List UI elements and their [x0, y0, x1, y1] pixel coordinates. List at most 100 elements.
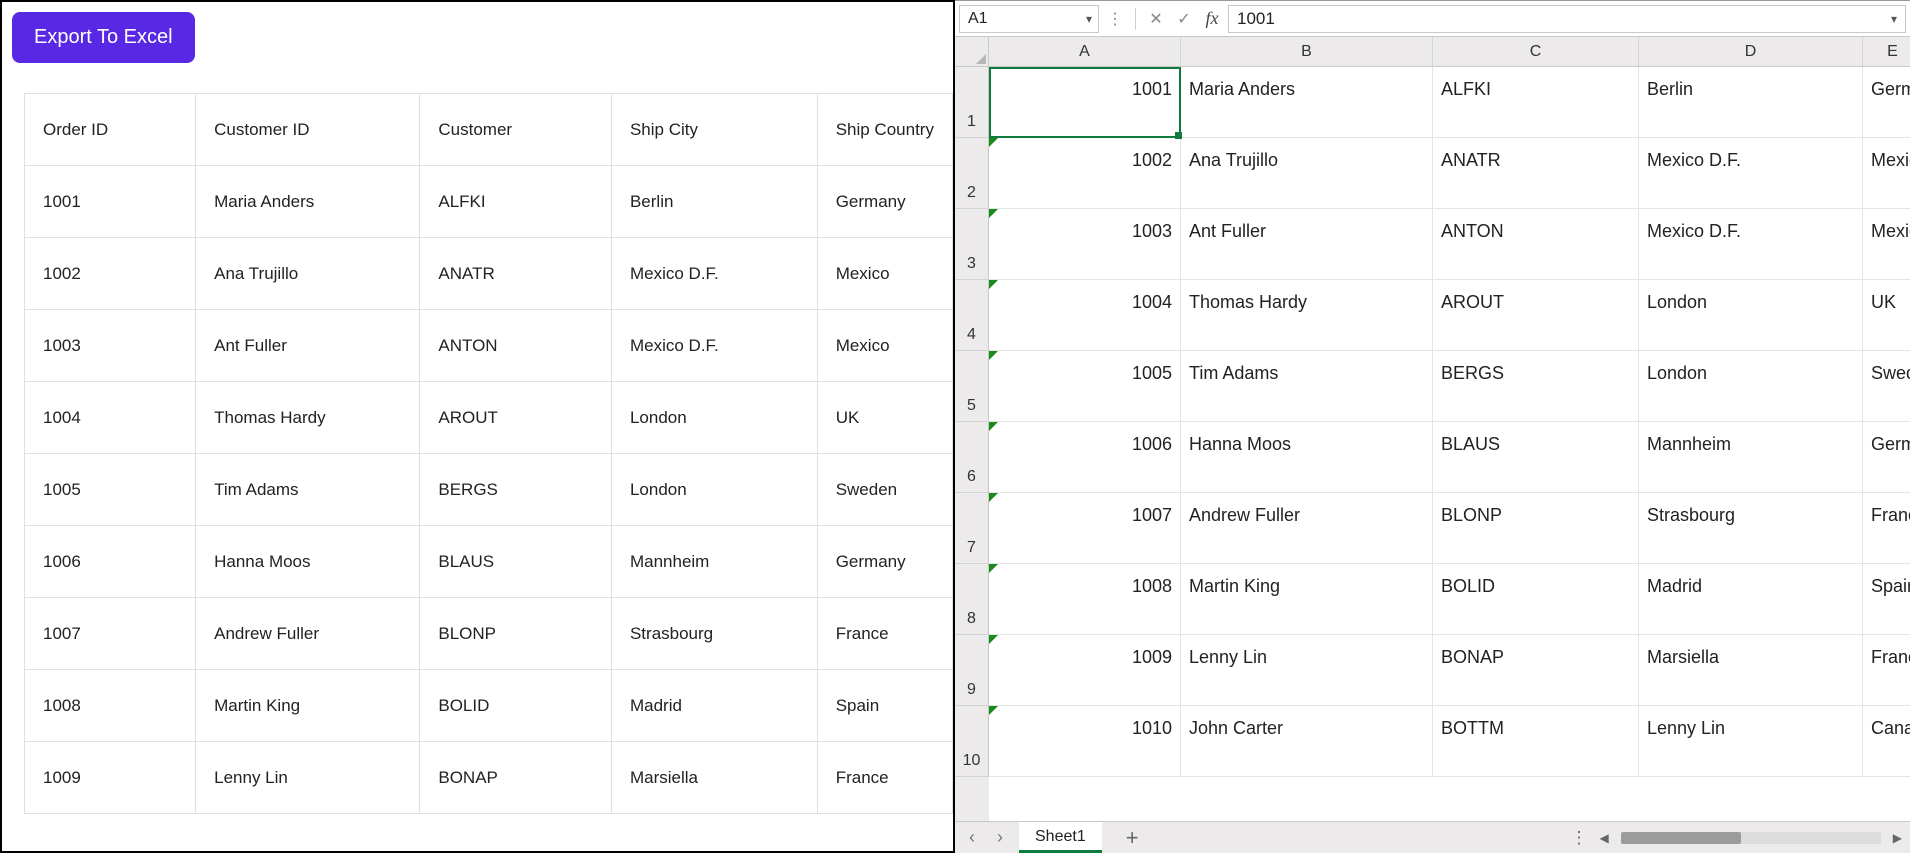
table-row[interactable]: 1008Martin KingBOLIDMadridSpain: [25, 670, 953, 742]
table-row[interactable]: 1003Ant FullerANTONMexico D.F.Mexico: [25, 310, 953, 382]
row-header-7[interactable]: 7: [955, 493, 989, 564]
cell-shipcity[interactable]: Berlin: [611, 166, 817, 238]
cell-A4[interactable]: 1004: [989, 280, 1181, 351]
cell-customer[interactable]: ANTON: [420, 310, 612, 382]
col-header-C[interactable]: C: [1433, 37, 1639, 67]
cell-shipcountry[interactable]: France: [817, 598, 952, 670]
hscroll-right-icon[interactable]: ▶: [1893, 831, 1902, 845]
col-header-shipcountry[interactable]: Ship Country: [817, 94, 952, 166]
name-box[interactable]: A1 ▾: [959, 5, 1099, 33]
table-row[interactable]: 1007Andrew FullerBLONPStrasbourgFrance: [25, 598, 953, 670]
cell-customer[interactable]: ALFKI: [420, 166, 612, 238]
cell-A8[interactable]: 1008: [989, 564, 1181, 635]
cell-shipcountry[interactable]: Spain: [817, 670, 952, 742]
more-options-icon[interactable]: ⋮: [1103, 5, 1127, 33]
confirm-icon[interactable]: ✓: [1172, 5, 1196, 33]
row-header-1[interactable]: 1: [955, 67, 989, 138]
cell-B9[interactable]: Lenny Lin: [1181, 635, 1433, 706]
cell-shipcountry[interactable]: Sweden: [817, 454, 952, 526]
cell-customer[interactable]: BLAUS: [420, 526, 612, 598]
cell-C8[interactable]: BOLID: [1433, 564, 1639, 635]
cell-C9[interactable]: BONAP: [1433, 635, 1639, 706]
sheet-tab-sheet1[interactable]: Sheet1: [1019, 822, 1102, 853]
col-header-E[interactable]: E: [1863, 37, 1910, 67]
cell-D2[interactable]: Mexico D.F.: [1639, 138, 1863, 209]
row-header-5[interactable]: 5: [955, 351, 989, 422]
cell-customerid[interactable]: Andrew Fuller: [196, 598, 420, 670]
cell-D9[interactable]: Marsiella: [1639, 635, 1863, 706]
cell-orderid[interactable]: 1008: [25, 670, 196, 742]
cell-orderid[interactable]: 1004: [25, 382, 196, 454]
table-row[interactable]: 1009Lenny LinBONAPMarsiellaFrance: [25, 742, 953, 814]
cell-orderid[interactable]: 1005: [25, 454, 196, 526]
cell-D1[interactable]: Berlin: [1639, 67, 1863, 138]
sheets-menu-icon[interactable]: ⋮: [1571, 828, 1588, 848]
scrollbar-thumb[interactable]: [1621, 832, 1741, 844]
cell-D6[interactable]: Mannheim: [1639, 422, 1863, 493]
row-header-3[interactable]: 3: [955, 209, 989, 280]
cell-E4[interactable]: UK: [1863, 280, 1910, 351]
cell-customer[interactable]: ANATR: [420, 238, 612, 310]
row-header-9[interactable]: 9: [955, 635, 989, 706]
cell-shipcountry[interactable]: Mexico: [817, 310, 952, 382]
cell-shipcity[interactable]: Marsiella: [611, 742, 817, 814]
cell-B7[interactable]: Andrew Fuller: [1181, 493, 1433, 564]
cell-A5[interactable]: 1005: [989, 351, 1181, 422]
add-sheet-button[interactable]: +: [1112, 825, 1153, 851]
cell-customer[interactable]: BLONP: [420, 598, 612, 670]
cell-shipcity[interactable]: Mexico D.F.: [611, 310, 817, 382]
cell-E2[interactable]: Mexico: [1863, 138, 1910, 209]
fx-icon[interactable]: fx: [1200, 5, 1224, 33]
cell-A10[interactable]: 1010: [989, 706, 1181, 777]
cell-customer[interactable]: BERGS: [420, 454, 612, 526]
hscroll-left-icon[interactable]: ◀: [1600, 831, 1609, 845]
table-row[interactable]: 1005Tim AdamsBERGSLondonSweden: [25, 454, 953, 526]
export-to-excel-button[interactable]: Export To Excel: [12, 12, 195, 63]
table-row[interactable]: 1002Ana TrujilloANATRMexico D.F.Mexico: [25, 238, 953, 310]
cell-orderid[interactable]: 1001: [25, 166, 196, 238]
cell-customer[interactable]: BOLID: [420, 670, 612, 742]
cell-customerid[interactable]: Hanna Moos: [196, 526, 420, 598]
cell-E10[interactable]: Canada: [1863, 706, 1910, 777]
table-row[interactable]: 1001Maria AndersALFKIBerlinGermany: [25, 166, 953, 238]
cell-customerid[interactable]: Martin King: [196, 670, 420, 742]
cell-B2[interactable]: Ana Trujillo: [1181, 138, 1433, 209]
table-row[interactable]: 1006Hanna MoosBLAUSMannheimGermany: [25, 526, 953, 598]
cell-C2[interactable]: ANATR: [1433, 138, 1639, 209]
cell-D8[interactable]: Madrid: [1639, 564, 1863, 635]
col-header-orderid[interactable]: Order ID: [25, 94, 196, 166]
cell-E6[interactable]: Germany: [1863, 422, 1910, 493]
cell-customerid[interactable]: Maria Anders: [196, 166, 420, 238]
cell-shipcountry[interactable]: UK: [817, 382, 952, 454]
cell-B10[interactable]: John Carter: [1181, 706, 1433, 777]
cell-orderid[interactable]: 1003: [25, 310, 196, 382]
cell-B4[interactable]: Thomas Hardy: [1181, 280, 1433, 351]
select-all-corner[interactable]: [955, 37, 989, 67]
tab-prev-icon[interactable]: ‹: [963, 827, 981, 848]
cell-B6[interactable]: Hanna Moos: [1181, 422, 1433, 493]
cell-orderid[interactable]: 1002: [25, 238, 196, 310]
cell-D7[interactable]: Strasbourg: [1639, 493, 1863, 564]
cell-customerid[interactable]: Ant Fuller: [196, 310, 420, 382]
cell-E5[interactable]: Sweden: [1863, 351, 1910, 422]
col-header-shipcity[interactable]: Ship City: [611, 94, 817, 166]
row-header-4[interactable]: 4: [955, 280, 989, 351]
table-row[interactable]: 1004Thomas HardyAROUTLondonUK: [25, 382, 953, 454]
cell-customerid[interactable]: Thomas Hardy: [196, 382, 420, 454]
row-header-8[interactable]: 8: [955, 564, 989, 635]
cell-D5[interactable]: London: [1639, 351, 1863, 422]
cell-E1[interactable]: Germany: [1863, 67, 1910, 138]
cell-shipcity[interactable]: Strasbourg: [611, 598, 817, 670]
col-header-D[interactable]: D: [1639, 37, 1863, 67]
row-header-10[interactable]: 10: [955, 706, 989, 777]
cell-customerid[interactable]: Ana Trujillo: [196, 238, 420, 310]
cell-D3[interactable]: Mexico D.F.: [1639, 209, 1863, 280]
cell-customer[interactable]: AROUT: [420, 382, 612, 454]
col-header-A[interactable]: A: [989, 37, 1181, 67]
cell-D4[interactable]: London: [1639, 280, 1863, 351]
cell-C3[interactable]: ANTON: [1433, 209, 1639, 280]
cell-shipcity[interactable]: London: [611, 382, 817, 454]
cell-E9[interactable]: France: [1863, 635, 1910, 706]
cell-C4[interactable]: AROUT: [1433, 280, 1639, 351]
tab-next-icon[interactable]: ›: [991, 827, 1009, 848]
